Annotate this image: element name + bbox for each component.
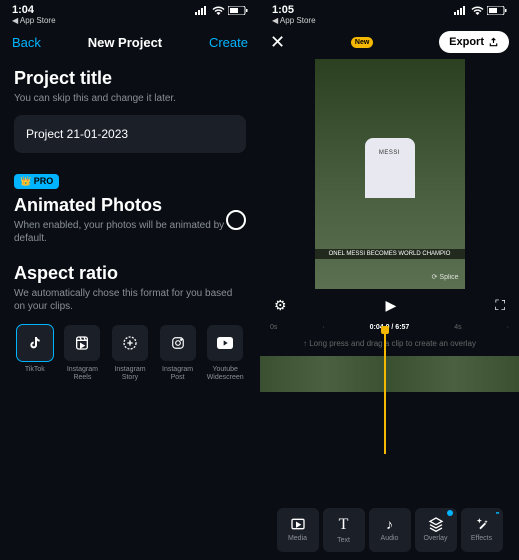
status-time: 1:05 — [272, 4, 294, 16]
tool-audio[interactable]: ♪ Audio — [369, 508, 411, 552]
editor-screen: 1:05 ◀ App Store ✕ New Export ONEL MESSI… — [260, 0, 519, 560]
pro-badge: 👑 PRO — [14, 174, 59, 189]
youtube-icon — [207, 325, 243, 361]
tool-effects[interactable]: ●● Effects — [461, 508, 503, 552]
new-project-screen: 1:04 ◀ App Store Back New Project Create… — [0, 0, 260, 560]
animated-heading: Animated Photos — [14, 195, 226, 216]
animated-toggle[interactable] — [226, 210, 246, 230]
reels-icon — [64, 325, 100, 361]
media-icon — [290, 516, 306, 532]
project-title-section: Project title You can skip this and chan… — [14, 68, 246, 153]
timeline-area[interactable] — [260, 354, 519, 394]
video-preview[interactable]: ONEL MESSI BECOMES WORLD CHAMPIO ⟳ Splic… — [315, 59, 465, 289]
aspect-heading: Aspect ratio — [14, 263, 246, 284]
status-indicators — [454, 6, 507, 15]
overlay-icon — [428, 516, 444, 532]
splice-watermark: ⟳ Splice — [432, 273, 459, 281]
new-badge: New — [351, 37, 373, 48]
settings-icon[interactable]: ⚙ — [274, 297, 287, 314]
tiktok-icon — [17, 325, 53, 361]
tool-bar: Media T Text ♪ Audio Overlay ●● Effects — [260, 500, 519, 560]
ratio-story[interactable]: Instagram Story — [109, 325, 151, 381]
nav-bar: Back New Project Create — [0, 25, 260, 60]
fullscreen-icon[interactable]: ⛶ — [495, 297, 505, 314]
project-title-desc: You can skip this and change it later. — [14, 92, 246, 105]
aspect-desc: We automatically chose this format for y… — [14, 287, 246, 313]
overlay-hint: ↑ Long press and drag a clip to create a… — [260, 333, 519, 354]
effects-dot: ●● — [496, 510, 499, 515]
ratio-youtube[interactable]: Youtube Widescreen — [204, 325, 246, 381]
editor-top-bar: ✕ New Export — [260, 25, 519, 59]
time-ruler: 0s · 0:04.0 / 6:57 4s · — [260, 322, 519, 333]
tool-media[interactable]: Media — [277, 508, 319, 552]
back-to-app-store[interactable]: ◀ App Store — [260, 16, 519, 25]
animated-photos-section: 👑 PRO Animated Photos When enabled, your… — [14, 171, 246, 245]
play-button[interactable]: ▶ — [385, 297, 396, 314]
create-button[interactable]: Create — [209, 35, 248, 50]
overlay-dot — [447, 510, 453, 516]
nav-title: New Project — [88, 35, 162, 50]
ratio-tiktok[interactable]: TikTok — [14, 325, 56, 381]
tool-overlay[interactable]: Overlay — [415, 508, 457, 552]
player-controls: ⚙ ▶ ⛶ — [260, 289, 519, 322]
back-to-app-store[interactable]: ◀ App Store — [0, 16, 260, 25]
export-button[interactable]: Export — [439, 31, 509, 53]
project-title-heading: Project title — [14, 68, 246, 89]
playhead[interactable] — [384, 330, 386, 454]
aspect-ratio-section: Aspect ratio We automatically chose this… — [14, 263, 246, 381]
status-indicators — [195, 6, 248, 15]
project-title-input[interactable]: Project 21-01-2023 — [14, 115, 246, 153]
preview-content — [365, 138, 415, 198]
ratio-post[interactable]: Instagram Post — [157, 325, 199, 381]
tool-text[interactable]: T Text — [323, 508, 365, 552]
ratio-reels[interactable]: Instagram Reels — [62, 325, 104, 381]
effects-icon — [474, 516, 490, 532]
playhead-time: 0:04.0 / 6:57 — [370, 324, 410, 331]
post-icon — [160, 325, 196, 361]
story-icon — [112, 325, 148, 361]
animated-desc: When enabled, your photos will be animat… — [14, 219, 226, 245]
back-button[interactable]: Back — [12, 35, 41, 50]
status-time: 1:04 — [12, 4, 34, 16]
timeline-clip[interactable] — [260, 356, 519, 392]
preview-caption: ONEL MESSI BECOMES WORLD CHAMPIO — [315, 249, 465, 259]
close-button[interactable]: ✕ — [270, 32, 285, 53]
audio-icon: ♪ — [386, 516, 393, 532]
text-icon: T — [339, 516, 349, 534]
